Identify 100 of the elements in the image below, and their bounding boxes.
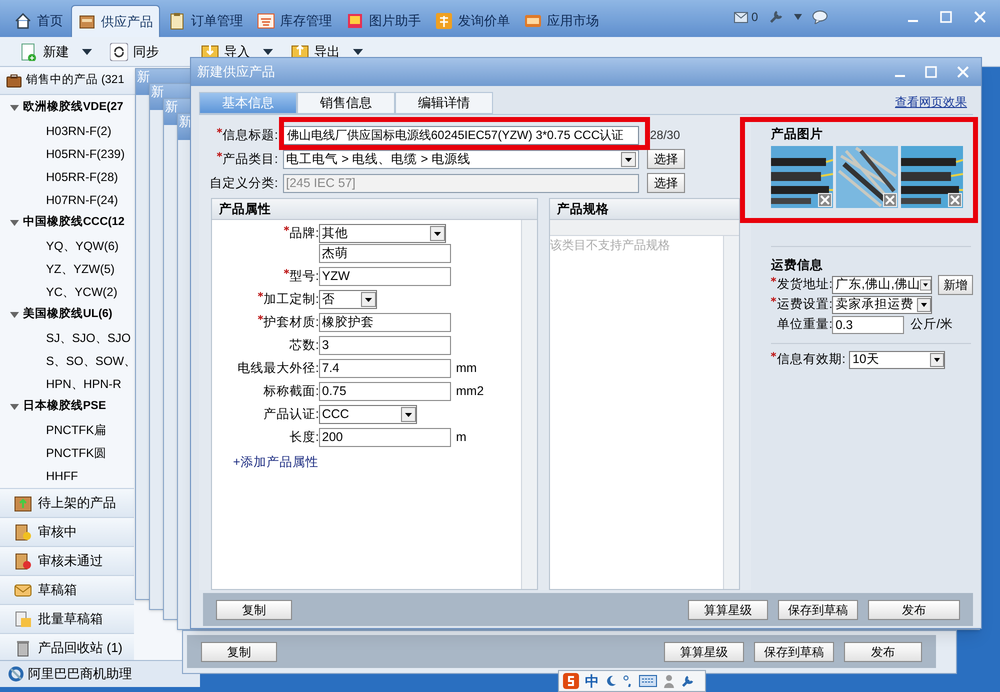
sidebar-section[interactable]: 草稿箱 (0, 575, 134, 604)
unit-label: mm2 (456, 383, 484, 400)
app-tab[interactable]: 发询价单 (429, 5, 516, 37)
button[interactable]: 算算星级 (688, 600, 768, 620)
app-tab[interactable]: 图片助手 (340, 5, 427, 37)
select-field[interactable]: CCC (319, 405, 417, 424)
tree-item[interactable]: YQ、YQW(6) (0, 234, 134, 257)
button[interactable]: 保存到草稿 (778, 600, 858, 620)
mail-button[interactable]: 0 (734, 8, 758, 26)
tree-group[interactable]: 欧洲橡胶线VDE(27 (0, 96, 134, 119)
add-attribute-link[interactable]: +添加产品属性 (233, 453, 318, 472)
text-field[interactable]: 杰萌 (319, 244, 451, 263)
box-icon (78, 12, 96, 30)
clipboard-icon (168, 12, 186, 30)
tree-item[interactable]: HHFF (0, 464, 134, 487)
sidebar-section[interactable]: 待上架的产品 (0, 488, 134, 517)
toolbar-button[interactable]: 同步 (110, 42, 159, 62)
select-field[interactable]: 卖家承担运费 (832, 296, 932, 314)
char-count: 28/30 (650, 127, 680, 144)
text-field[interactable]: 200 (319, 428, 451, 447)
window-title: 新 (151, 84, 164, 99)
expander-icon (10, 104, 19, 110)
tree-item[interactable]: YZ、YZW(5) (0, 257, 134, 280)
tree-item[interactable]: PNCTFK圆 (0, 441, 134, 464)
button[interactable]: 复制 (216, 600, 292, 620)
text-field[interactable]: 0.3 (832, 316, 904, 334)
app-tab[interactable]: 首页 (8, 5, 69, 37)
tree-group[interactable]: 中国橡胶线CCC(12 (0, 211, 134, 234)
select-field[interactable]: 10天 (849, 350, 946, 368)
button[interactable]: 发布 (844, 642, 922, 662)
button[interactable]: 保存到草稿 (754, 642, 834, 662)
field-label: 运费设置: (777, 296, 832, 314)
text-field[interactable]: YZW (319, 267, 451, 286)
upload-box-icon (14, 494, 32, 512)
field-label: 护套材质: (264, 314, 319, 332)
assistant-logo-icon (8, 666, 24, 682)
tab[interactable]: 编辑详情 (395, 92, 493, 114)
app-tab[interactable]: 订单管理 (162, 5, 249, 37)
button[interactable]: 复制 (201, 642, 277, 662)
button[interactable]: 发布 (868, 600, 960, 620)
field-label: 信息有效期: (777, 351, 846, 368)
sidebar-section[interactable]: 审核中 (0, 517, 134, 546)
tree-item[interactable]: PNCTFK扁 (0, 418, 134, 441)
title-input[interactable]: 佛山电线厂供应国标电源线60245IEC57(YZW) 3*0.75 CCC认证 (283, 126, 639, 144)
app-tab[interactable]: 库存管理 (251, 5, 338, 37)
select-field[interactable]: 否 (319, 290, 377, 309)
select-field[interactable]: 其他 (319, 224, 446, 243)
sidebar-section[interactable]: 批量草稿箱 (0, 604, 134, 633)
ime-toolbar[interactable]: 中 (558, 670, 706, 692)
tab[interactable]: 销售信息 (297, 92, 395, 114)
text-field[interactable]: 0.75 (319, 382, 451, 401)
section-title: 产品图片 (771, 126, 824, 143)
tree-group[interactable]: 日本橡胶线PSE (0, 395, 134, 418)
app-tab[interactable]: 供应产品 (71, 5, 160, 37)
unit-label: mm (456, 360, 477, 378)
chat-icon (812, 10, 828, 24)
app-store-icon (524, 12, 542, 30)
panel-title: 产品属性 (219, 200, 271, 218)
image-icon (346, 12, 364, 30)
sidebar-section[interactable]: 产品回收站 (1) (0, 633, 134, 662)
text-field[interactable]: 7.4 (319, 359, 451, 378)
window-title: 新 (165, 99, 178, 114)
app-tab[interactable]: 应用市场 (518, 5, 605, 37)
select-field[interactable]: 广东,佛山,佛山 (832, 276, 932, 294)
field-label: 信息标题: (222, 126, 278, 144)
dialog-title: 新建供应产品 (197, 63, 275, 82)
quote-icon (435, 12, 453, 30)
sidebar-header[interactable]: 销售中的产品 (321 (0, 67, 133, 94)
button[interactable]: 选择 (647, 149, 685, 169)
envelope-icon (734, 12, 748, 22)
tree-item[interactable]: H07RN-F(24) (0, 188, 134, 211)
tree-item[interactable]: H05RN-F(239) (0, 142, 134, 165)
text-field[interactable]: 橡胶护套 (319, 313, 451, 332)
tree-item[interactable]: S、SO、SOW、 (0, 349, 134, 372)
field-label: 品牌: (290, 225, 319, 242)
button[interactable]: 新增 (938, 274, 973, 294)
field-label: 发货地址: (777, 276, 832, 294)
scrollbar[interactable] (723, 236, 739, 589)
scrollbar[interactable] (521, 220, 537, 589)
expander-icon (10, 404, 19, 410)
category-select[interactable]: 电工电气 > 电线、电缆 > 电源线 (283, 150, 639, 168)
tree-item[interactable]: SJ、SJO、SJO (0, 326, 134, 349)
tree-item[interactable]: H03RN-F(2) (0, 119, 134, 142)
button[interactable]: 算算星级 (664, 642, 744, 662)
trash-icon (14, 639, 32, 657)
sync-icon (110, 42, 128, 60)
warehouse-icon (257, 12, 275, 30)
tree-item[interactable]: H05RR-F(28) (0, 165, 134, 188)
tree-group[interactable]: 美国橡胶线UL(6) (0, 303, 134, 326)
toolbar-button[interactable]: 新建 (20, 42, 92, 62)
clipboard-warning-icon (14, 523, 32, 541)
sidebar-section[interactable]: 审核未通过 (0, 546, 134, 575)
close-icon (957, 66, 969, 78)
tree-item[interactable]: YC、YCW(2) (0, 280, 134, 303)
preview-link[interactable]: 查看网页效果 (895, 93, 967, 111)
text-field[interactable]: 3 (319, 336, 451, 355)
expander-icon (10, 220, 19, 226)
user-icon (663, 674, 675, 688)
maximize-icon (925, 66, 937, 78)
tree-item[interactable]: HPN、HPN-R (0, 372, 134, 395)
